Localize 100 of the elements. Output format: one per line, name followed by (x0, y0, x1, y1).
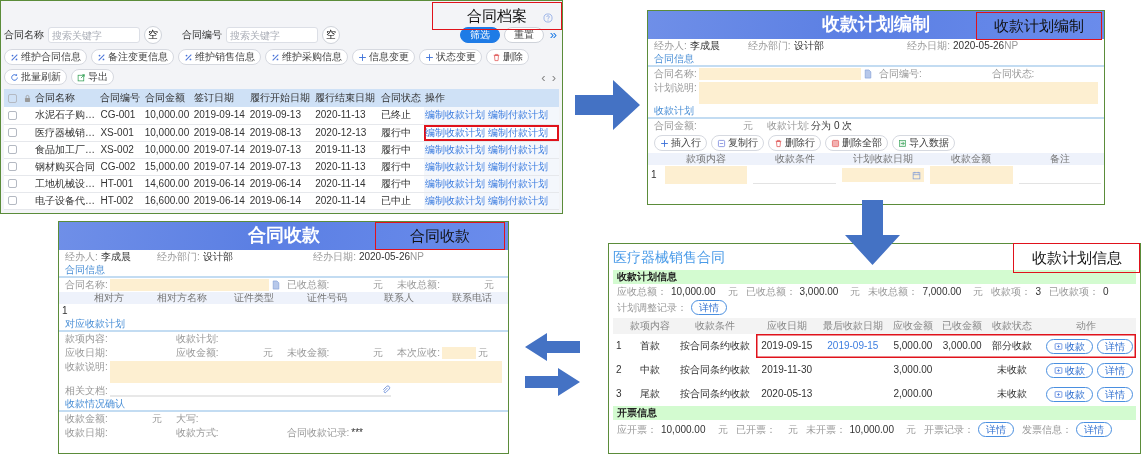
input-field[interactable] (442, 347, 477, 359)
unit-label: 元 (742, 120, 753, 132)
unit-label: 元 (373, 279, 384, 291)
checkbox[interactable] (7, 128, 17, 138)
toolbar-button[interactable]: 删除 (486, 49, 529, 65)
field-value: 0 (1102, 286, 1109, 298)
action-link[interactable]: 编制付款计划 (487, 126, 548, 138)
column-header: 收款金额 (927, 153, 1016, 165)
receive-button[interactable]: 收款 (1046, 362, 1093, 378)
text-area[interactable] (109, 361, 502, 383)
toolbar-button[interactable]: 复制行 (711, 135, 764, 151)
field-label: 收款计划: (766, 120, 810, 132)
table-cell: 3,000.00 (888, 358, 938, 382)
search-field[interactable]: 搜索关键字 (48, 27, 140, 43)
toolbar-button[interactable]: 信息变更 (352, 49, 415, 65)
attachment-field[interactable] (109, 385, 392, 397)
toolbar-button[interactable]: 状态变更 (419, 49, 482, 65)
table-cell-text: 未收款 (995, 387, 1028, 401)
column-header: 履行开始日期 (248, 89, 315, 107)
unit-label: 元 (850, 286, 861, 298)
field-label: 经办人: (654, 40, 687, 51)
toolbar-button[interactable]: 删除全部 (825, 135, 888, 151)
action-link[interactable]: 编制付款计划 (487, 109, 548, 121)
action-link[interactable]: 编制收款计划 (424, 160, 485, 172)
help-icon (543, 13, 553, 23)
callout-label: 收款计划编制 (976, 12, 1102, 40)
row-number: 1 (613, 334, 626, 358)
previous-button[interactable]: ‹ (538, 70, 549, 84)
checkbox[interactable] (7, 179, 17, 189)
section-title: 开票信息 (613, 406, 1136, 420)
field-label: 应开票： (617, 423, 657, 436)
search-field[interactable]: 搜索关键字 (226, 27, 318, 43)
toolbar-button[interactable]: 维护采购信息 (265, 49, 348, 65)
field-label: 已收总额: (286, 279, 330, 291)
next-button[interactable]: › (548, 70, 559, 84)
action-link[interactable]: 编制付款计划 (487, 160, 548, 172)
details-button[interactable]: 详情 (1076, 422, 1112, 437)
toolbar-button[interactable]: 维护合同信息 (4, 49, 87, 65)
checkbox[interactable] (7, 162, 17, 172)
field-label: NP (410, 251, 424, 262)
unit-label: 元 (478, 347, 489, 359)
details-button[interactable]: 详情 (1097, 386, 1133, 402)
action-link[interactable]: 编制收款计划 (424, 109, 485, 121)
expand-button[interactable]: » (547, 27, 559, 43)
action-link[interactable]: 编制收款计划 (424, 194, 485, 206)
date-field[interactable] (841, 168, 925, 182)
row-number: 3 (615, 387, 623, 401)
checkbox[interactable] (7, 196, 17, 206)
column-header: 应收日期 (756, 318, 818, 334)
column-header: 动作 (1036, 318, 1136, 334)
clear-button[interactable]: 空 (322, 26, 340, 44)
column-header: 合同金额 (143, 89, 193, 107)
field-label: 合同编号 (182, 29, 222, 41)
toolbar-button[interactable]: 维护销售信息 (178, 49, 261, 65)
row-number: 2 (615, 363, 623, 377)
details-button[interactable]: 详情 (691, 300, 727, 315)
toolbar-button[interactable]: 批量刷新 (4, 69, 67, 85)
field-value: 3,000.00 (799, 286, 839, 298)
field-label: 收款金额: (65, 413, 108, 425)
column-header: 合同状态 (379, 89, 424, 107)
receive-button[interactable]: 收款 (1046, 338, 1093, 354)
toolbar-button[interactable]: 导出 (71, 69, 114, 85)
input-field[interactable] (698, 68, 861, 80)
table-cell-text: 按合同条约收款 (679, 387, 752, 401)
toolbar-button[interactable]: 备注变更信息 (91, 49, 174, 65)
table-cell-text: 中款 (639, 363, 662, 377)
toolbar-button[interactable]: 删除行 (768, 135, 821, 151)
details-button[interactable]: 详情 (978, 422, 1014, 437)
field-value: 李成晨 (100, 251, 131, 262)
checkbox[interactable] (7, 111, 17, 121)
input-field[interactable] (665, 166, 748, 184)
field-label: 应收总额： (617, 286, 667, 298)
table-cell: 按合同条约收款 (674, 334, 757, 358)
date-link[interactable]: 2019-09-15 (817, 334, 889, 358)
action-link[interactable]: 编制收款计划 (424, 177, 485, 189)
field-label: 未收总额: (397, 279, 441, 291)
field-label: 收款日期: (65, 427, 108, 439)
field-value: 10,000.00 (671, 286, 716, 298)
action-link[interactable]: 编制收款计划 (424, 143, 485, 155)
table-cell: 2019-09-14 (192, 107, 249, 124)
checkbox[interactable] (7, 145, 17, 155)
checkbox[interactable] (7, 93, 17, 103)
input-field[interactable] (109, 279, 269, 291)
action-link[interactable]: 编制付款计划 (487, 143, 548, 155)
clear-button[interactable]: 空 (144, 26, 162, 44)
action-link[interactable]: 编制付款计划 (487, 194, 548, 206)
input-field[interactable] (930, 166, 1013, 184)
column-header: 备注 (1015, 153, 1104, 165)
column-header: 履行结束日期 (314, 89, 380, 107)
column-header: 证件号码 (290, 292, 363, 304)
receive-button[interactable]: 收款 (1046, 386, 1093, 402)
toolbar-button[interactable]: 导入数据 (892, 135, 955, 151)
field-label: 合同名称 (4, 29, 44, 41)
action-link[interactable]: 编制付款计划 (487, 177, 548, 189)
toolbar-button[interactable]: 插入行 (654, 135, 707, 151)
text-area[interactable] (698, 82, 1098, 104)
details-button[interactable]: 详情 (1097, 362, 1133, 378)
field-label: 已收总额： (745, 286, 796, 298)
column-header: 收款条件 (750, 153, 839, 165)
details-button[interactable]: 详情 (1097, 338, 1133, 354)
